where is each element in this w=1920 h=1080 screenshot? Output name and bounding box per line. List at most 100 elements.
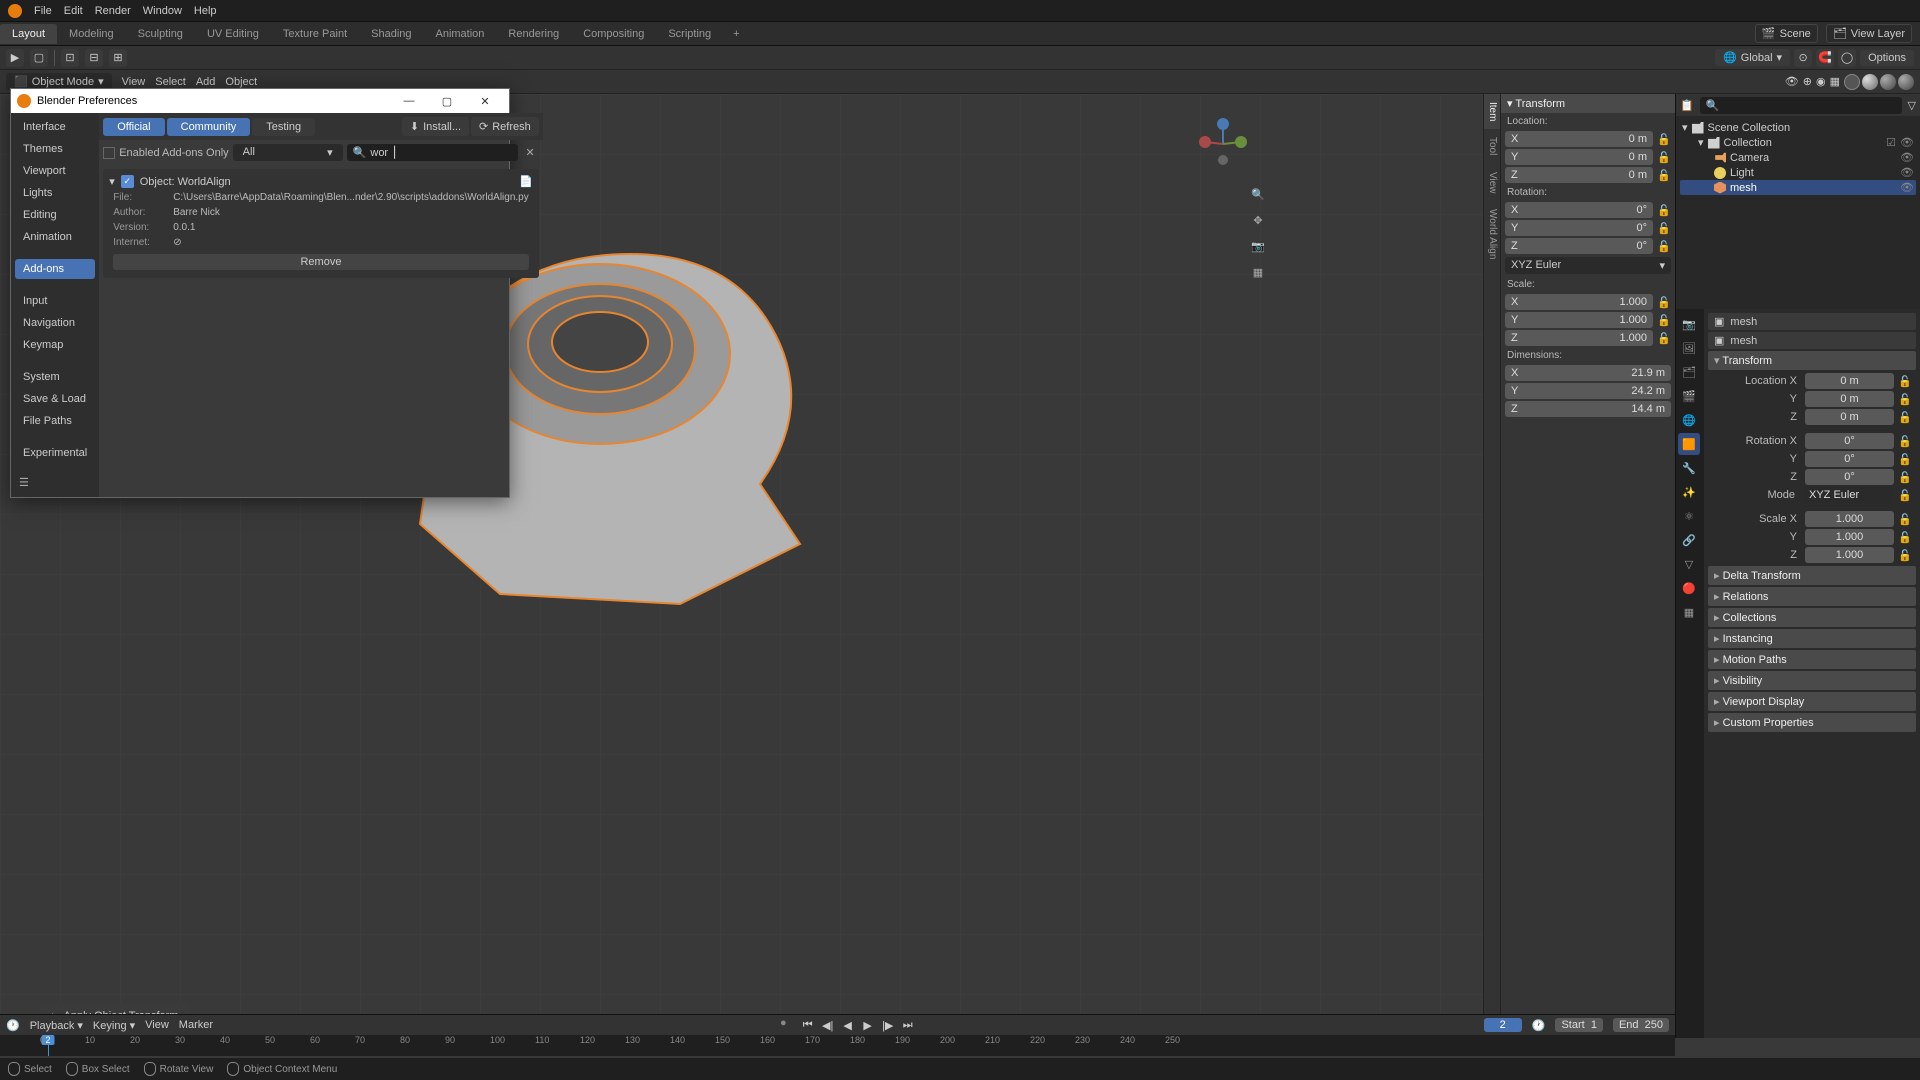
prop-tab-physics[interactable]: ⚛	[1678, 505, 1700, 527]
lock-icon[interactable]: 🔓	[1898, 453, 1912, 466]
clear-search-button[interactable]: ✕	[522, 146, 539, 159]
snap-edge-icon[interactable]: ⊟	[85, 49, 103, 67]
internet-cancel-icon[interactable]: ⊘	[173, 237, 181, 248]
viewlayer-selector[interactable]: 🗂 View Layer	[1826, 24, 1912, 43]
prop-panel-viewport[interactable]: Viewport Display	[1708, 692, 1916, 711]
lock-icon[interactable]: 🔓	[1898, 471, 1912, 484]
enabled-only-checkbox[interactable]: Enabled Add-ons Only	[103, 147, 228, 159]
addon-tab-community[interactable]: Community	[167, 118, 251, 136]
prefs-navigation[interactable]: Navigation	[15, 313, 95, 333]
camera-icon[interactable]: 📷	[1248, 236, 1268, 256]
tab-uv-editing[interactable]: UV Editing	[195, 24, 271, 44]
menu-add[interactable]: Add	[196, 76, 216, 88]
npanel-tab-item[interactable]: Item	[1484, 94, 1500, 129]
lock-icon[interactable]: 🔓	[1898, 549, 1912, 562]
rotation-mode-dropdown[interactable]: XYZ Euler▾	[1505, 257, 1671, 274]
lock-icon[interactable]: 🔓	[1898, 531, 1912, 544]
prop-tab-output[interactable]: 🖼	[1678, 337, 1700, 359]
outliner-search[interactable]: 🔍	[1700, 97, 1902, 114]
prop-tab-data[interactable]: ▽	[1678, 553, 1700, 575]
visibility-icon[interactable]: 👁	[1785, 75, 1799, 88]
overlay-icon[interactable]: ◉	[1816, 75, 1826, 88]
menu-help[interactable]: Help	[194, 5, 217, 17]
prop-tab-object[interactable]: 🟧	[1678, 433, 1700, 455]
gizmo-icon[interactable]: ⊕	[1803, 75, 1812, 88]
collection-row[interactable]: ▾Collection☑👁	[1680, 135, 1916, 150]
prefs-input[interactable]: Input	[15, 291, 95, 311]
timeline-view-menu[interactable]: View	[145, 1019, 169, 1031]
prefs-keymap[interactable]: Keymap	[15, 335, 95, 355]
tab-shading[interactable]: Shading	[359, 24, 423, 44]
tab-animation[interactable]: Animation	[424, 24, 497, 44]
playback-menu[interactable]: Playback ▾	[30, 1019, 83, 1032]
prefs-system[interactable]: System	[15, 367, 95, 387]
menu-object[interactable]: Object	[225, 76, 257, 88]
menu-render[interactable]: Render	[95, 5, 131, 17]
move-icon[interactable]: ✥	[1248, 210, 1268, 230]
prop-tab-scene[interactable]: 🎬	[1678, 385, 1700, 407]
transform-panel-header[interactable]: ▾ Transform	[1501, 94, 1675, 113]
lock-icon[interactable]: 🔓	[1657, 151, 1671, 164]
prop-rot-z[interactable]: 0°	[1805, 469, 1894, 485]
prefs-interface[interactable]: Interface	[15, 117, 95, 137]
menu-view[interactable]: View	[122, 76, 146, 88]
select-box-icon[interactable]: ▢	[30, 49, 48, 67]
addon-enable-checkbox[interactable]: ✓	[121, 175, 134, 188]
snap-face-icon[interactable]: ⊞	[109, 49, 127, 67]
prop-loc-z[interactable]: 0 m	[1805, 409, 1894, 425]
lock-icon[interactable]: 🔓	[1898, 393, 1912, 406]
lock-icon[interactable]: 🔓	[1898, 375, 1912, 388]
prefs-filepaths[interactable]: File Paths	[15, 411, 95, 431]
prefs-saveload[interactable]: Save & Load	[15, 389, 95, 409]
prop-panel-instancing[interactable]: Instancing	[1708, 629, 1916, 648]
tab-modeling[interactable]: Modeling	[57, 24, 126, 44]
snap-vertex-icon[interactable]: ⊡	[61, 49, 79, 67]
checkbox-icon[interactable]: ☑	[1886, 136, 1896, 149]
prop-scale-z[interactable]: 1.000	[1805, 547, 1894, 563]
npanel-tab-worldalign[interactable]: World Align	[1484, 201, 1500, 267]
orientation-dropdown[interactable]: 🌐 Global ▾	[1715, 49, 1790, 66]
addon-tab-official[interactable]: Official	[103, 118, 164, 136]
xray-icon[interactable]: ▦	[1830, 75, 1840, 88]
snap-icon[interactable]: 🧲	[1816, 49, 1834, 67]
npanel-tab-view[interactable]: View	[1484, 164, 1500, 202]
eye-icon[interactable]: 👁	[1900, 151, 1914, 164]
outliner-mesh-row[interactable]: mesh👁	[1680, 180, 1916, 195]
rotation-z[interactable]: Z0°	[1505, 238, 1653, 254]
prefs-experimental[interactable]: Experimental	[15, 443, 95, 463]
autokey-icon[interactable]: ●	[780, 1017, 787, 1033]
install-button[interactable]: ⬇Install...	[402, 117, 469, 136]
menu-select[interactable]: Select	[155, 76, 186, 88]
remove-addon-button[interactable]: Remove	[113, 254, 529, 270]
tab-sculpting[interactable]: Sculpting	[126, 24, 195, 44]
prop-tab-texture[interactable]: ▦	[1678, 601, 1700, 623]
prop-transform-header[interactable]: Transform	[1708, 351, 1916, 370]
outliner-type-icon[interactable]: 📋	[1680, 99, 1694, 112]
filter-icon[interactable]: ▽	[1908, 99, 1916, 112]
prop-scale-x[interactable]: 1.000	[1805, 511, 1894, 527]
scene-collection-row[interactable]: ▾Scene Collection	[1680, 120, 1916, 135]
dim-y[interactable]: Y24.2 m	[1505, 383, 1671, 399]
scale-y[interactable]: Y1.000	[1505, 312, 1653, 328]
menu-file[interactable]: File	[34, 5, 52, 17]
prop-tab-viewlayer[interactable]: 🗂	[1678, 361, 1700, 383]
lock-icon[interactable]: 🔓	[1657, 314, 1671, 327]
prop-tab-constraints[interactable]: 🔗	[1678, 529, 1700, 551]
cursor-icon[interactable]: ▶	[6, 49, 24, 67]
menu-edit[interactable]: Edit	[64, 5, 83, 17]
lock-icon[interactable]: 🔓	[1657, 169, 1671, 182]
lock-icon[interactable]: 🔓	[1898, 435, 1912, 448]
prefs-themes[interactable]: Themes	[15, 139, 95, 159]
prefs-animation[interactable]: Animation	[15, 227, 95, 247]
clock-icon[interactable]: 🕐	[1532, 1019, 1546, 1032]
play-button[interactable]: ▶	[859, 1017, 877, 1033]
prop-rot-x[interactable]: 0°	[1805, 433, 1894, 449]
refresh-button[interactable]: ⟳Refresh	[471, 117, 539, 136]
prefs-lights[interactable]: Lights	[15, 183, 95, 203]
prop-panel-motionpaths[interactable]: Motion Paths	[1708, 650, 1916, 669]
dim-z[interactable]: Z14.4 m	[1505, 401, 1671, 417]
options-dropdown[interactable]: Options	[1860, 50, 1914, 66]
prop-rot-y[interactable]: 0°	[1805, 451, 1894, 467]
npanel-tab-tool[interactable]: Tool	[1484, 129, 1500, 163]
scale-x[interactable]: X1.000	[1505, 294, 1653, 310]
